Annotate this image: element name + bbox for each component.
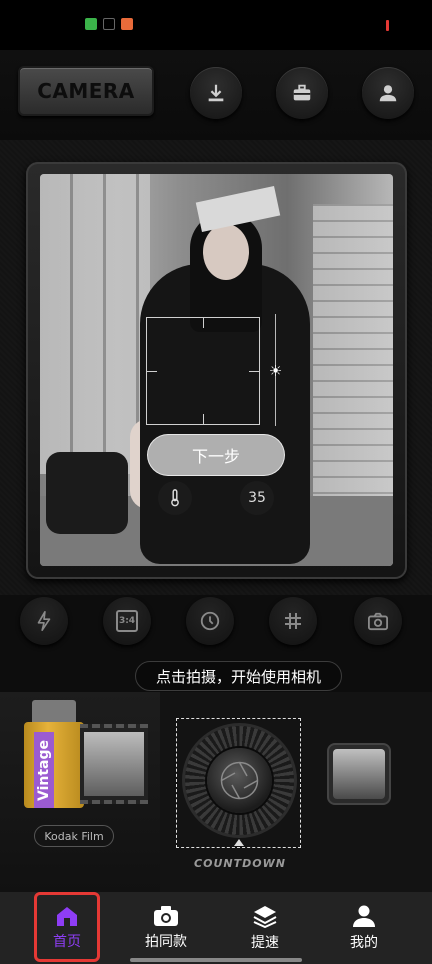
nav-speed-up[interactable]: 提速 [211, 892, 319, 964]
preview-photo [313, 204, 393, 524]
value-badge-text: 35 [248, 490, 266, 506]
dial-pointer [234, 839, 244, 846]
next-step-button[interactable]: 下一步 [147, 434, 285, 476]
preview-photo [46, 452, 128, 534]
active-tab-highlight [34, 892, 100, 962]
focus-tick [147, 371, 157, 372]
tiktok-icon [103, 18, 115, 30]
shoot-hint-text: 点击拍摄，开始使用相机 [155, 667, 321, 686]
nav-same-style[interactable]: 拍同款 [112, 892, 220, 964]
film-selector[interactable]: Vintage Kodak Film [0, 692, 160, 892]
bottom-navigation: 首页 拍同款 提速 我的 [0, 892, 432, 964]
preview-photo [203, 224, 249, 280]
notification-app-icon [85, 18, 97, 30]
aspect-ratio-button[interactable]: 3:4 [103, 597, 151, 645]
focus-tick [203, 414, 204, 424]
user-icon [379, 85, 397, 102]
download-button[interactable] [190, 67, 242, 119]
viewfinder-area: ☀ 下一步 35 [0, 140, 432, 595]
toolbox-icon [293, 84, 311, 101]
aspect-ratio-label: 3:4 [118, 616, 136, 626]
film-canister [24, 722, 84, 808]
temperature-button[interactable] [158, 481, 192, 515]
home-indicator [130, 958, 302, 962]
timer-button[interactable] [186, 597, 234, 645]
last-photo [333, 749, 385, 799]
recording-indicator [386, 20, 389, 31]
film-brand-text: Vintage [34, 732, 54, 808]
toolbox-button[interactable] [276, 67, 328, 119]
switch-camera-button[interactable] [354, 597, 402, 645]
shutter-dial-selection[interactable] [176, 718, 301, 848]
film-strip [80, 724, 148, 804]
timer-icon [200, 611, 220, 631]
nav-profile-label: 我的 [350, 935, 378, 951]
aspect-ratio-icon: 3:4 [116, 610, 138, 632]
nav-profile[interactable]: 我的 [310, 892, 418, 964]
film-name-badge: Kodak Film [34, 825, 114, 847]
camera-mode-label: CAMERA [37, 79, 135, 103]
status-bar [0, 0, 432, 50]
gallery-thumbnail[interactable] [327, 743, 391, 805]
next-step-label: 下一步 [191, 447, 240, 466]
focus-tick [249, 371, 259, 372]
switch-camera-icon [368, 612, 388, 631]
focus-tick [203, 318, 204, 328]
nav-speed-up-label: 提速 [251, 935, 279, 951]
shutter-button[interactable] [207, 748, 272, 813]
top-header: CAMERA [0, 50, 432, 140]
capture-panel: Vintage Kodak Film COUNTDOWN [0, 692, 432, 892]
download-icon [208, 84, 224, 102]
flash-icon [37, 611, 51, 631]
notification-app-icon [121, 18, 133, 30]
profile-icon [353, 905, 375, 927]
value-badge[interactable]: 35 [240, 481, 274, 515]
shutter-dial[interactable] [185, 726, 294, 835]
flash-button[interactable] [20, 597, 68, 645]
profile-button[interactable] [362, 67, 414, 119]
focus-frame[interactable] [146, 317, 260, 425]
brightness-icon[interactable]: ☀ [267, 363, 284, 380]
grid-icon [285, 613, 301, 629]
nav-same-style-label: 拍同款 [145, 934, 187, 950]
aperture-icon [220, 761, 259, 800]
grid-button[interactable] [269, 597, 317, 645]
camera-icon [154, 906, 178, 926]
viewfinder-frame: ☀ 下一步 35 [26, 162, 407, 579]
shoot-hint-tooltip: 点击拍摄，开始使用相机 [135, 661, 342, 691]
countdown-caption: COUNTDOWN [194, 857, 286, 870]
film-name-label: Kodak Film [44, 829, 104, 843]
thermometer-icon [171, 489, 179, 507]
camera-preview[interactable]: ☀ 下一步 35 [40, 174, 393, 566]
layers-icon [253, 906, 277, 928]
film-canister-cap [32, 700, 76, 724]
camera-mode-button[interactable]: CAMERA [18, 66, 154, 116]
film-photo [84, 732, 144, 796]
